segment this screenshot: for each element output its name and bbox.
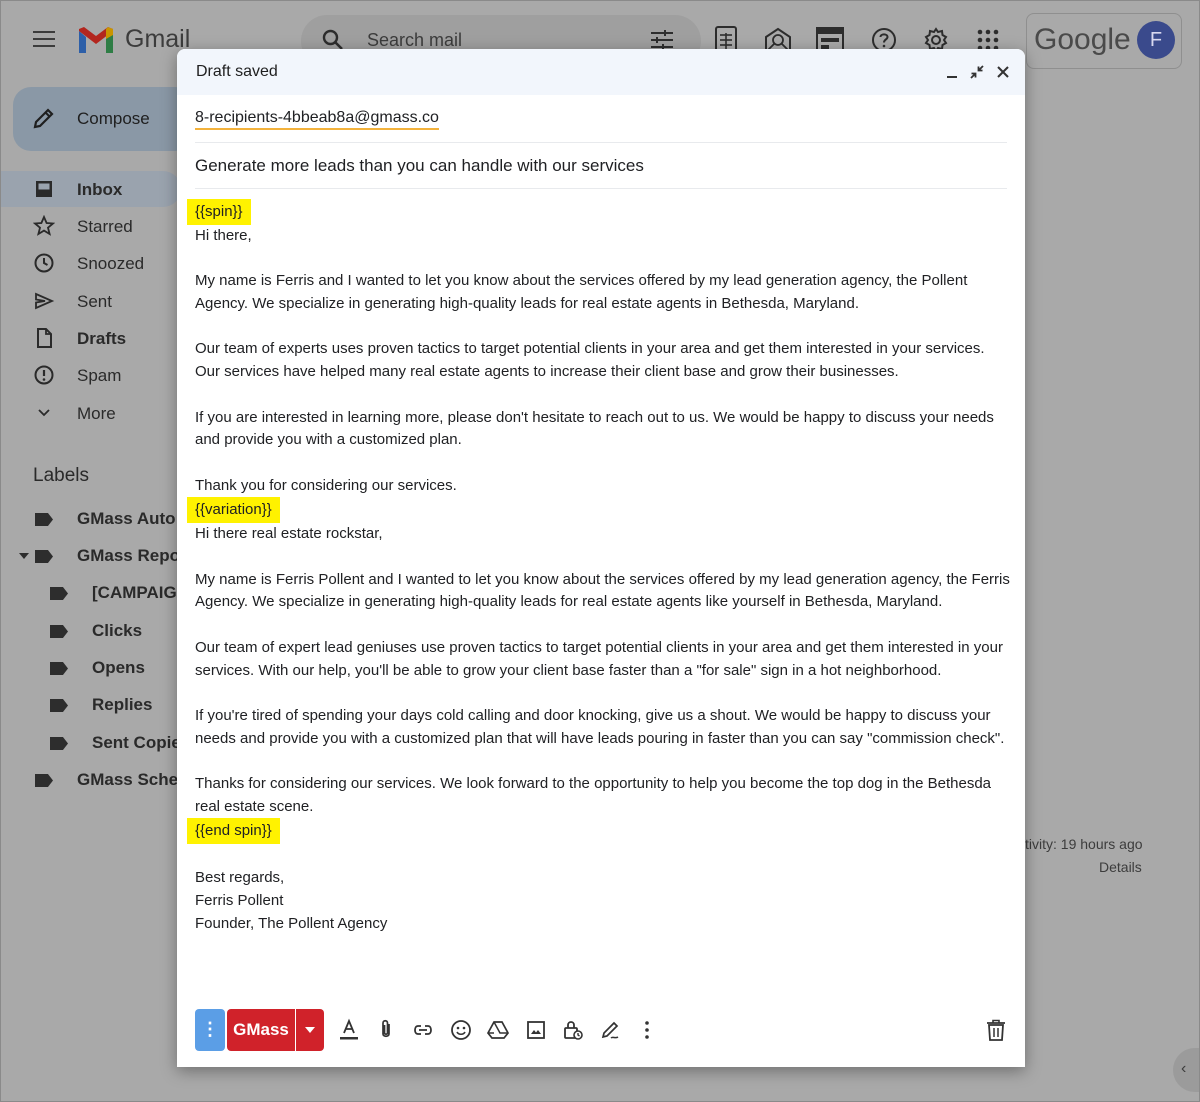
v1-paragraph-3: If you are interested in learning more, … xyxy=(195,408,994,449)
sidebar-item-label: Inbox xyxy=(77,180,123,199)
signature-icon[interactable] xyxy=(598,1018,622,1042)
subject-field[interactable]: Generate more leads than you can handle … xyxy=(195,143,1007,189)
emoji-icon[interactable] xyxy=(449,1018,473,1042)
link-icon[interactable] xyxy=(411,1018,435,1042)
confidential-mode-icon[interactable] xyxy=(561,1018,585,1042)
gmass-settings-dropdown[interactable] xyxy=(296,1009,324,1051)
sidebar-item-label: Drafts xyxy=(77,329,127,348)
spam-icon xyxy=(34,365,54,385)
sidebar-item-snoozed[interactable]: Snoozed xyxy=(31,248,191,278)
chevron-down-icon xyxy=(38,409,50,417)
variation-tag: {{variation}} xyxy=(187,497,280,524)
label-icon xyxy=(50,662,68,675)
label-name: [CAMPAIG xyxy=(92,583,177,602)
label-icon xyxy=(35,513,53,526)
sidebar-item-sent[interactable]: Sent xyxy=(31,286,191,316)
recipient-chip[interactable]: 8-recipients-4bbeab8a@gmass.co xyxy=(195,109,439,130)
spin-open-tag: {{spin}} xyxy=(187,199,251,225)
trash-icon[interactable] xyxy=(985,1018,1007,1042)
label-name: Sent Copie xyxy=(92,733,181,752)
label-name: GMass Auto xyxy=(77,509,176,528)
v1-greeting: Hi there, xyxy=(195,227,252,244)
image-icon[interactable] xyxy=(524,1018,548,1042)
label-icon xyxy=(50,625,68,638)
compose-dialog: Draft saved 8-recipients-4bbeab8a@gmass.… xyxy=(177,49,1025,1067)
sign-off: Best regards, xyxy=(195,869,285,887)
label-icon xyxy=(50,699,68,712)
v2-paragraph-3: If you're tired of spending your days co… xyxy=(195,706,1005,747)
star-icon xyxy=(33,215,55,236)
drive-icon[interactable] xyxy=(486,1018,510,1042)
label-icon xyxy=(35,774,53,787)
v1-paragraph-1: My name is Ferris and I wanted to let yo… xyxy=(195,272,968,313)
compose-title: Draft saved xyxy=(196,63,278,80)
side-panel-toggle[interactable]: ‹ xyxy=(1173,1048,1199,1092)
gmail-logo-icon xyxy=(79,27,113,53)
subject-input[interactable]: Generate more leads than you can handle … xyxy=(195,156,644,176)
compose-header[interactable]: Draft saved xyxy=(177,49,1025,95)
message-body[interactable]: {{spin}} Hi there, My name is Ferris and… xyxy=(187,199,1010,935)
sidebar-item-more[interactable]: More xyxy=(31,398,191,428)
avatar[interactable]: F xyxy=(1137,21,1175,59)
apps-grid-icon[interactable] xyxy=(977,29,999,51)
v2-paragraph-1: My name is Ferris Pollent and I wanted t… xyxy=(195,570,1010,611)
main-menu-icon[interactable] xyxy=(33,31,55,49)
spin-close-tag: {{end spin}} xyxy=(187,818,280,845)
v2-greeting: Hi there real estate rockstar, xyxy=(195,525,383,543)
signature-title: Founder, The Pollent Agency xyxy=(195,914,388,932)
label-icon xyxy=(50,737,68,750)
inbox-icon xyxy=(36,181,52,197)
exit-fullscreen-icon[interactable] xyxy=(969,64,985,80)
more-send-options-button[interactable]: ⋮ xyxy=(195,1009,225,1051)
sidebar-item-starred[interactable]: Starred xyxy=(31,211,191,241)
clock-icon xyxy=(34,253,54,273)
expand-caret-icon[interactable] xyxy=(19,553,29,559)
v1-closing: Thank you for considering our services. xyxy=(195,476,457,494)
label-icon xyxy=(50,587,68,600)
compose-toolbar: ⋮ GMass xyxy=(195,1009,1007,1051)
v1-paragraph-2: Our team of experts uses proven tactics … xyxy=(195,340,985,381)
recipients-field[interactable]: 8-recipients-4bbeab8a@gmass.co xyxy=(195,95,1007,143)
sidebar-item-spam[interactable]: Spam xyxy=(31,360,191,390)
minimize-icon[interactable] xyxy=(945,64,959,80)
draft-icon xyxy=(37,328,52,348)
sidebar-item-label: Spam xyxy=(77,366,122,385)
label-name: Replies xyxy=(92,695,153,714)
labels-heading: Labels xyxy=(33,465,89,486)
sidebar-item-label: More xyxy=(77,404,116,423)
label-name: GMass Sche xyxy=(77,770,179,789)
compose-label: Compose xyxy=(77,109,150,128)
sidebar-item-inbox[interactable]: Inbox xyxy=(31,174,191,204)
details-link[interactable]: Details xyxy=(1099,859,1142,875)
label-name: GMass Repo xyxy=(77,546,180,565)
sidebar-item-drafts[interactable]: Drafts xyxy=(31,323,191,353)
v2-paragraph-2: Our team of expert lead geniuses use pro… xyxy=(195,638,1003,679)
label-name: Opens xyxy=(92,658,145,677)
attach-icon[interactable] xyxy=(374,1018,398,1042)
v2-closing: Thanks for considering our services. We … xyxy=(195,775,992,815)
sidebar-item-label: Starred xyxy=(77,217,133,236)
gmass-send-button[interactable]: GMass xyxy=(227,1009,295,1051)
google-logo: Google xyxy=(1034,23,1131,56)
gmail-window: Gmail Search mail Google F Compose Inbox… xyxy=(0,0,1200,1102)
label-icon xyxy=(35,550,53,563)
signature-name: Ferris Pollent xyxy=(195,891,284,909)
sidebar-item-label: Sent xyxy=(77,292,112,311)
pencil-icon xyxy=(33,108,54,129)
label-name: Clicks xyxy=(92,621,143,640)
close-icon[interactable] xyxy=(995,64,1011,80)
sidebar-item-label: Snoozed xyxy=(77,254,145,273)
last-activity-text: tivity: 19 hours ago xyxy=(1025,836,1143,852)
format-text-icon[interactable] xyxy=(337,1018,361,1042)
search-input[interactable]: Search mail xyxy=(367,30,462,51)
chevron-left-icon: ‹ xyxy=(1181,1060,1187,1077)
send-icon xyxy=(35,292,55,310)
more-vert-icon[interactable] xyxy=(635,1018,659,1042)
